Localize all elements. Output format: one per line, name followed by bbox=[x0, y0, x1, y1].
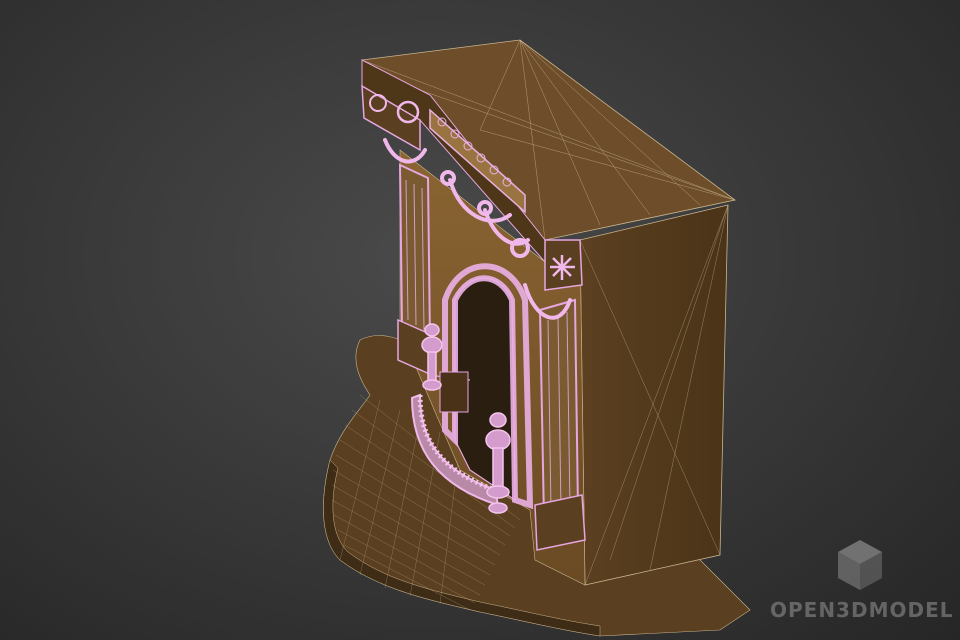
fireplace-side-panel bbox=[579, 204, 729, 586]
cube-logo-icon bbox=[838, 540, 882, 590]
watermark: OPEN3DMODEL bbox=[770, 536, 954, 626]
watermark-text: OPEN3DMODEL bbox=[770, 598, 954, 622]
corner-block-right bbox=[544, 239, 583, 291]
